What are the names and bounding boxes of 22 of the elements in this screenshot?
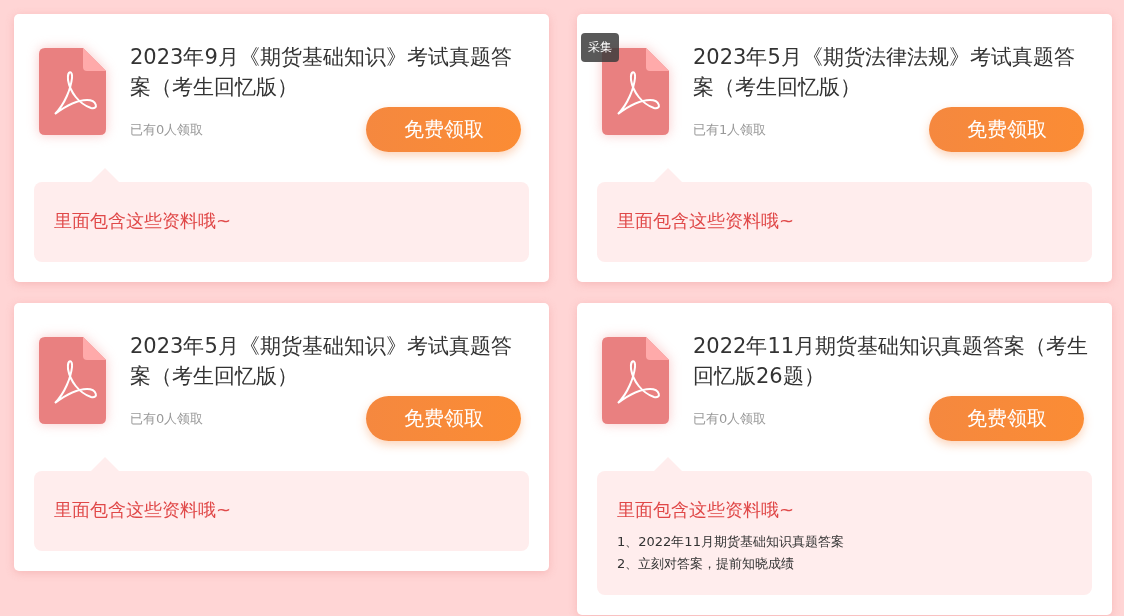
badge-label: 采集 bbox=[581, 33, 619, 62]
contents-heading: 里面包含这些资料哦~ bbox=[54, 209, 233, 233]
document-title: 2022年11月期货基础知识真题答案（考生回忆版26题） bbox=[693, 333, 1090, 390]
pdf-file-icon bbox=[39, 48, 106, 135]
pdf-file-icon bbox=[602, 337, 669, 424]
pdf-file-icon bbox=[39, 337, 106, 424]
claim-count: 已有1人领取 bbox=[693, 120, 767, 139]
document-title: 2023年9月《期货基础知识》考试真题答案（考生回忆版） bbox=[130, 44, 513, 101]
free-claim-button[interactable]: 免费领取 bbox=[366, 396, 521, 441]
free-claim-button[interactable]: 免费领取 bbox=[366, 107, 521, 152]
document-title: 2023年5月《期货法律法规》考试真题答案（考生回忆版） bbox=[693, 44, 1076, 101]
free-claim-button[interactable]: 免费领取 bbox=[929, 396, 1084, 441]
free-claim-button[interactable]: 免费领取 bbox=[929, 107, 1084, 152]
claim-count: 已有0人领取 bbox=[130, 120, 204, 139]
claim-count: 已有0人领取 bbox=[693, 409, 767, 428]
contents-item: 1、2022年11月期货基础知识真题答案 bbox=[617, 533, 845, 551]
claim-count: 已有0人领取 bbox=[130, 409, 204, 428]
document-title: 2023年5月《期货基础知识》考试真题答案（考生回忆版） bbox=[130, 333, 513, 390]
contents-item: 2、立刻对答案，提前知晓成绩 bbox=[617, 555, 796, 573]
contents-heading: 里面包含这些资料哦~ bbox=[617, 498, 796, 522]
contents-heading: 里面包含这些资料哦~ bbox=[617, 209, 796, 233]
contents-heading: 里面包含这些资料哦~ bbox=[54, 498, 233, 522]
